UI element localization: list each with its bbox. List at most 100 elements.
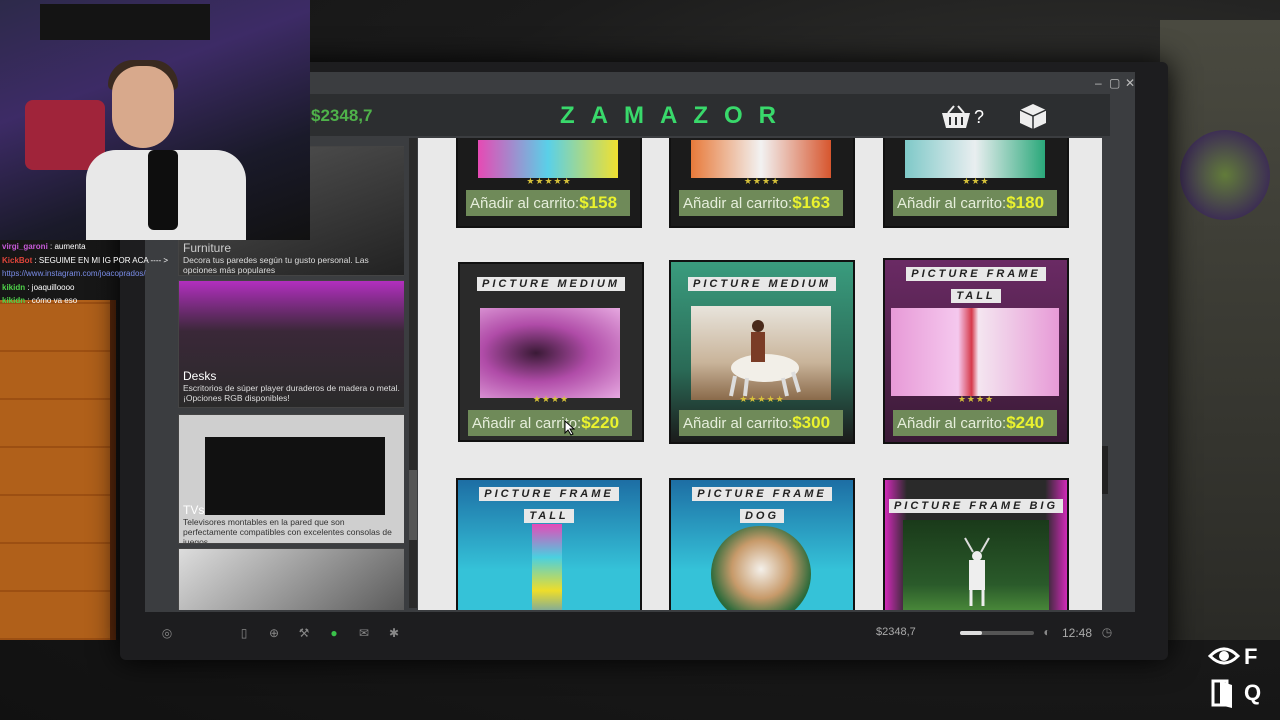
side-wall [1160,20,1280,640]
add-to-cart-button[interactable]: Añadir al carrito:$180 [893,190,1057,216]
clock: 12:48 [1062,626,1093,640]
chat-line: https://www.instagram.com/joacoprados/ [2,267,302,281]
package-icon [1019,104,1047,129]
rating-stars: ★★★★★ [739,394,785,404]
shelf [40,4,210,40]
product-card: ★★★★★ Añadir al carrito:$158 [456,138,642,228]
money-icon[interactable]: ● [327,626,341,640]
chat-message: cómo va eso [31,296,78,305]
graffiti [1180,130,1270,220]
product-label-secondary: TALL [458,509,640,523]
mail-icon[interactable]: ✉ [357,626,371,640]
chat-message: SEGUIME EN MI IG POR ACA ---- > [38,255,169,265]
streamer-webcam [0,0,310,240]
product-label: PICTURE FRAME [671,487,853,501]
start-icon[interactable]: ◎ [160,626,174,640]
add-to-cart-button[interactable]: Añadir al carrito:$158 [466,190,630,216]
product-card: PICTURE FRAME TALL ★★★★ Añadir al carrit… [883,258,1069,444]
chat-user: kikidn [2,282,26,292]
maximize-button[interactable]: ▢ [1109,76,1120,90]
add-to-cart-button[interactable]: Añadir al carrito:$220 [468,410,632,436]
balance: $2348,7 [311,106,373,125]
rating-stars: ★★★★ [532,394,570,404]
product-label: PICTURE FRAME BIG [885,499,1067,513]
add-to-cart-button[interactable]: Añadir al carrito:$300 [679,410,843,436]
category-description: Escritorios de súper player duraderos de… [183,383,400,403]
taskbar-balance: $2348,7 [876,626,916,638]
chat-user: kikidn [2,296,26,305]
product-card: PICTURE FRAME BIG [883,478,1069,610]
dog-image [711,526,811,610]
chat-message: joaquilloooo [31,282,75,292]
chat-line: virgi_garoni : aumenta [2,242,86,251]
product-label: PICTURE FRAME [458,487,640,501]
stream-chat: virgi_garoni : aumenta KickBot : SEGUIME… [2,240,302,308]
chat-message: https://www.instagram.com/joacoprados/ [2,269,146,278]
rating-stars: ★★★ [962,176,990,186]
grid-scrollbar[interactable] [1102,446,1108,494]
product-label-secondary: TALL [885,289,1067,303]
category-tvs[interactable]: TVs Televisores montables en la pared qu… [178,414,404,544]
chat-message: aumenta [54,242,86,251]
microphone [148,150,178,230]
product-image [691,306,831,400]
rating-stars: ★★★★ [957,394,995,404]
product-card: ★★★★ Añadir al carrito:$163 [669,138,855,228]
deer-icon [964,537,990,606]
product-image [532,524,562,610]
product-image [480,308,620,398]
eye-icon [1208,647,1240,665]
settings-icon[interactable]: ✱ [387,626,401,640]
chat-user: virgi_garoni [2,242,48,251]
brand-logo: ZAMAZOR [560,102,792,129]
product-card: PICTURE MEDIUM ★★★★★ Añadir al carrito:$… [669,260,855,444]
close-button[interactable]: ✕ [1125,76,1135,90]
product-grid: ★★★★★ Añadir al carrito:$158 ★★★★ Añadir… [418,138,1102,610]
tv-image [205,437,385,515]
category-controllers[interactable] [178,548,404,610]
globe-icon[interactable]: ⊕ [267,626,281,640]
horse-rider-image [729,320,801,397]
chat-line: KickBot : SEGUIME EN MI IG POR ACA ---- … [2,255,169,265]
basket-icon [942,105,970,128]
exit-door-icon [1211,679,1232,708]
key-hint-q: Q [1244,680,1262,705]
product-image [905,140,1045,178]
product-card: ★★★ Añadir al carrito:$180 [883,138,1069,228]
volume-slider-fill [960,631,982,635]
brick-wall [0,300,116,640]
key-hint-f: F [1244,644,1258,669]
chat-line: kikidn : cómo va eso [2,296,78,305]
rating-stars: ★★★★ [743,176,781,186]
minimize-button[interactable]: – [1095,76,1102,90]
deer-image [903,520,1049,610]
product-card: PICTURE FRAME DOG [669,478,855,610]
product-image [891,308,1059,396]
product-label-secondary: DOG [671,509,853,523]
add-to-cart-button[interactable]: Añadir al carrito:$163 [679,190,843,216]
product-card: PICTURE MEDIUM ★★★★ Añadir al carrito:$2… [458,262,644,442]
category-title: TVs [183,503,205,517]
streamer-face [112,66,174,148]
product-label: PICTURE FRAME [885,267,1067,281]
product-label: PICTURE MEDIUM [671,277,853,291]
rating-stars: ★★★★★ [526,176,572,186]
product-image [478,140,618,178]
cart-button[interactable]: ? [940,102,990,132]
product-card: PICTURE FRAME TALL [456,478,642,610]
volume-icon[interactable]: ◐ [1040,625,1054,639]
sidebar-scrollbar-thumb[interactable] [409,470,417,540]
clock-icon: ◷ [1101,625,1113,639]
category-title: Desks [183,369,217,383]
mouse-cursor-icon [564,420,576,436]
add-to-cart-button[interactable]: Añadir al carrito:$240 [893,410,1057,436]
product-label: PICTURE MEDIUM [460,277,642,291]
category-description: Televisores montables en la pared que so… [183,517,392,544]
chat-line: kikidn : joaquilloooo [2,282,75,292]
wrench-icon[interactable]: ⚒ [297,626,311,640]
cart-count: ? [974,106,985,127]
chat-user: KickBot [2,255,33,265]
product-image [691,140,831,178]
phone-icon[interactable]: ▯ [237,626,251,640]
orders-button[interactable] [1018,102,1050,132]
